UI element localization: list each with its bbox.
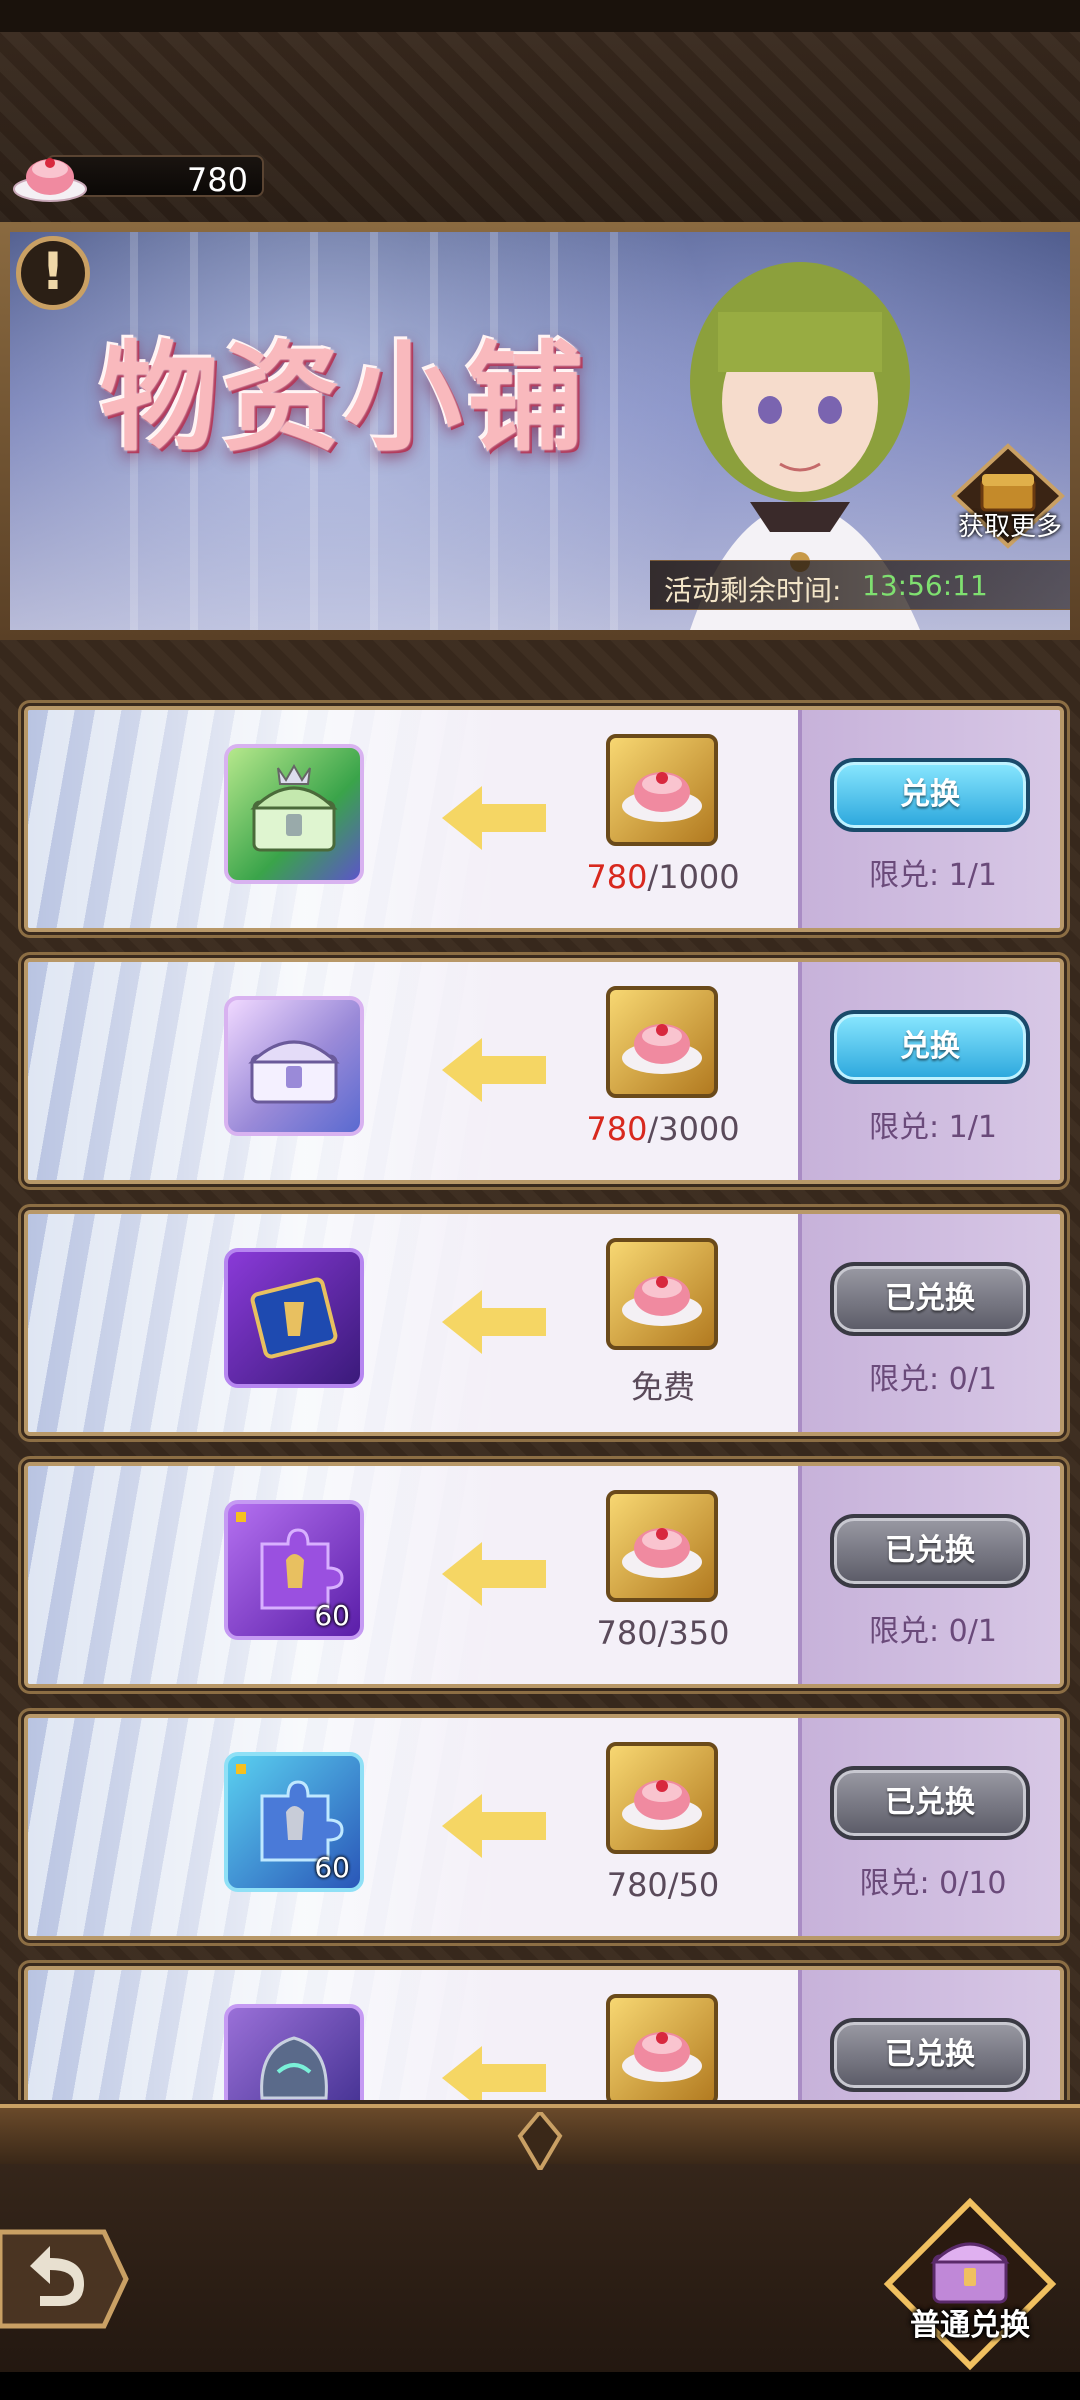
shop-item: 780/1000 兑换 限兑: 1/1	[24, 706, 1064, 932]
left-arrow-icon	[442, 2046, 546, 2100]
helmet-icon[interactable]	[224, 2004, 364, 2100]
jelly-cost-icon	[606, 1238, 718, 1350]
exchange-limit: 限兑: 0/1	[869, 1362, 997, 1397]
cost-have: 780	[586, 858, 648, 896]
shop-item: 780/3000 兑换 限兑: 1/1	[24, 958, 1064, 1184]
shop-item: 免费 已兑换 限兑: 0/1	[24, 1210, 1064, 1436]
jelly-cost-icon	[606, 1490, 718, 1602]
exchange-button[interactable]: 兑换	[830, 1010, 1030, 1084]
jelly-cost-icon	[606, 986, 718, 1098]
jelly-dessert-icon	[622, 1024, 702, 1074]
left-arrow-icon	[442, 786, 546, 850]
exchange-limit: 限兑: 1/1	[869, 1110, 997, 1145]
exchange-limit: 限兑: 0/1	[869, 1614, 997, 1649]
shop-list[interactable]: 780/1000 兑换 限兑: 1/1 780/3000 兑换 限兑: 1/1 …	[0, 640, 1080, 2100]
cost-need: /1000	[647, 858, 740, 896]
exchange-limit: 限兑: 1/1	[869, 858, 997, 893]
scroll-glyph-icon	[250, 1277, 338, 1359]
item-count: 60	[314, 1599, 350, 1632]
exchanged-button[interactable]: 已兑换	[830, 2018, 1030, 2092]
jelly-dessert-icon	[622, 2032, 702, 2082]
jelly-dessert-icon	[622, 1528, 702, 1578]
info-button[interactable]: !	[16, 236, 90, 310]
jelly-cost-icon	[606, 1742, 718, 1854]
jelly-dessert-icon	[13, 158, 87, 202]
normal-exchange-label[interactable]: 普通兑换	[900, 2300, 1040, 2344]
purple-puzzle-piece-icon[interactable]: 60	[224, 1500, 364, 1640]
banner-title: 物资小铺	[100, 328, 589, 467]
timer-label: 活动剩余时间:	[664, 574, 842, 607]
system-nav-bar	[0, 2372, 1080, 2400]
back-arrow-icon[interactable]	[0, 2226, 130, 2332]
shop-item: 60 780/50 已兑换 限兑: 0/10	[24, 1714, 1064, 1940]
jelly-dessert-icon	[622, 1276, 702, 1326]
left-arrow-icon	[442, 1794, 546, 1858]
cost-have: 780	[586, 1110, 648, 1148]
cost-text: 780/50	[606, 1866, 720, 1904]
jelly-dessert-icon	[622, 772, 702, 822]
shop-item: 已兑换	[24, 1966, 1064, 2100]
exchanged-button[interactable]: 已兑换	[830, 1262, 1030, 1336]
currency-display: 780	[10, 145, 264, 205]
normal-exchange-chest-icon[interactable]	[880, 2196, 1060, 2372]
left-arrow-icon	[442, 1038, 546, 1102]
exchanged-button[interactable]: 已兑换	[830, 1514, 1030, 1588]
shop-item: 60 780/350 已兑换 限兑: 0/1	[24, 1462, 1064, 1688]
chest-glyph-icon	[250, 763, 338, 852]
cost-text: 780/3000	[568, 1110, 758, 1148]
left-arrow-icon	[442, 1542, 546, 1606]
timer-value: 13:56:11	[862, 569, 988, 602]
cost-text: 免费	[630, 1368, 695, 1406]
blue-puzzle-piece-icon[interactable]: 60	[224, 1752, 364, 1892]
exchanged-button[interactable]: 已兑换	[830, 1766, 1030, 1840]
chest-glyph-icon	[248, 1040, 340, 1104]
rim-ornament-icon	[517, 2112, 563, 2170]
cost-need: /3000	[647, 1110, 740, 1148]
event-timer: 活动剩余时间: 13:56:11	[650, 560, 1070, 610]
jelly-cost-icon	[606, 1994, 718, 2100]
green-crown-chest-icon[interactable]	[224, 744, 364, 884]
get-more-label[interactable]: 获取更多	[958, 506, 1062, 543]
cost-text: 780/1000	[568, 858, 758, 896]
helmet-glyph-icon	[260, 2036, 328, 2100]
silver-chest-icon[interactable]	[224, 996, 364, 1136]
jelly-dessert-icon	[622, 1780, 702, 1830]
exchange-limit: 限兑: 0/10	[859, 1866, 1007, 1901]
jelly-cost-icon	[606, 734, 718, 846]
currency-value: 780	[186, 161, 248, 199]
left-arrow-icon	[442, 1290, 546, 1354]
purple-scroll-icon[interactable]	[224, 1248, 364, 1388]
status-strip	[0, 0, 1080, 32]
exchange-button[interactable]: 兑换	[830, 758, 1030, 832]
cost-text: 780/350	[596, 1614, 730, 1652]
item-count: 60	[314, 1851, 350, 1884]
